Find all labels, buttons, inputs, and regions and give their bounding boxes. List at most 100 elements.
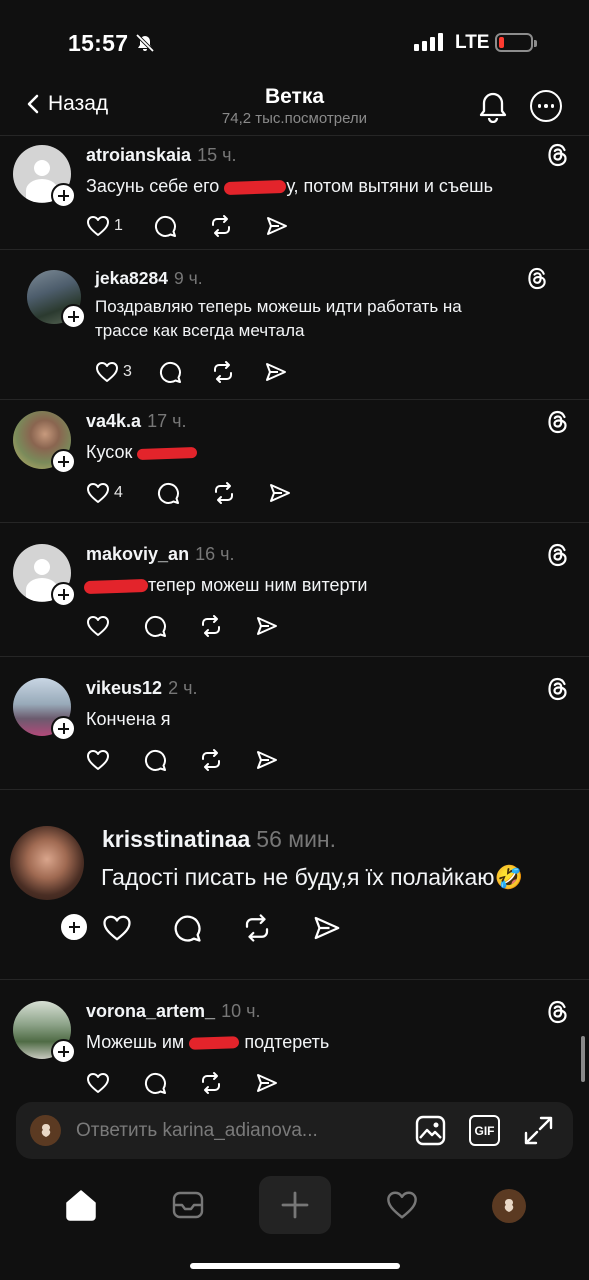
heart-icon — [87, 216, 109, 236]
network-type: LTE — [455, 32, 490, 53]
thread-header: Назад Ветка 74,2 тыс.посмотрели — [0, 80, 589, 136]
follow-plus-icon[interactable] — [51, 449, 76, 474]
send-icon — [265, 363, 286, 381]
follow-plus-icon[interactable] — [51, 1039, 76, 1064]
follow-plus-icon[interactable] — [59, 912, 89, 942]
post-text: Кончена я — [86, 709, 171, 729]
current-user-avatar — [30, 1115, 61, 1146]
comment-button[interactable] — [143, 748, 167, 772]
follow-plus-icon[interactable] — [51, 716, 76, 741]
like-button[interactable]: 1 — [86, 215, 123, 237]
share-button[interactable] — [255, 614, 279, 638]
post-time: 10 ч. — [221, 1001, 261, 1021]
avatar[interactable] — [13, 411, 76, 474]
comment-button[interactable] — [143, 1071, 167, 1095]
repost-button[interactable] — [212, 481, 236, 505]
repost-button[interactable] — [242, 913, 272, 943]
threads-logo-icon[interactable] — [527, 267, 548, 290]
redaction-mark — [83, 578, 149, 594]
username[interactable]: makoviy_an 16 ч. — [86, 544, 234, 565]
threads-logo-icon[interactable] — [547, 677, 569, 701]
more-options-button[interactable] — [530, 90, 562, 122]
inbox-icon[interactable] — [172, 1190, 204, 1220]
reply-input[interactable] — [76, 1118, 366, 1144]
avatar[interactable] — [13, 145, 76, 208]
threads-logo-icon[interactable] — [547, 543, 569, 567]
like-count: 1 — [114, 217, 123, 234]
like-count: 4 — [114, 484, 123, 501]
share-button[interactable] — [265, 214, 289, 238]
username[interactable]: va4k.a 17 ч. — [86, 411, 186, 432]
repost-button[interactable] — [211, 360, 235, 384]
create-button[interactable] — [259, 1176, 331, 1234]
post-actions: 3 — [95, 360, 288, 384]
username[interactable]: vikeus12 2 ч. — [86, 678, 197, 699]
heart-icon — [87, 750, 109, 770]
avatar[interactable] — [13, 678, 76, 741]
repost-button[interactable] — [209, 214, 233, 238]
bell-icon[interactable] — [478, 89, 508, 123]
repost-button[interactable] — [199, 614, 223, 638]
post-actions — [86, 748, 279, 772]
post-actions — [86, 614, 279, 638]
share-button[interactable] — [268, 481, 292, 505]
like-button[interactable] — [86, 749, 110, 771]
send-icon — [257, 617, 277, 635]
avatar[interactable] — [10, 826, 89, 942]
repost-icon — [211, 215, 230, 237]
scrollbar[interactable] — [581, 1036, 585, 1082]
home-icon[interactable] — [64, 1188, 98, 1222]
threads-logo-icon[interactable] — [547, 410, 569, 434]
avatar[interactable] — [13, 1001, 76, 1064]
comment-button[interactable] — [156, 481, 180, 505]
post-text: тепер можеш ним витерти — [83, 573, 367, 598]
repost-icon — [202, 749, 220, 771]
post-time: 2 ч. — [168, 678, 198, 698]
reply-post: vorona_artem_ 10 ч. Можешь им подтереть — [0, 980, 589, 1100]
username[interactable]: atroianskaia 15 ч. — [86, 145, 236, 166]
follow-plus-icon[interactable] — [51, 582, 76, 607]
comment-button[interactable] — [153, 214, 177, 238]
reply-post: krisstinatinaa 56 мин. Гадості писать не … — [0, 790, 589, 980]
comment-button[interactable] — [158, 360, 182, 384]
repost-icon — [213, 361, 232, 383]
repost-icon — [214, 482, 233, 504]
comment-button[interactable] — [143, 614, 167, 638]
like-button[interactable]: 3 — [95, 361, 132, 383]
share-button[interactable] — [255, 1071, 279, 1095]
repost-button[interactable] — [199, 748, 223, 772]
threads-logo-icon[interactable] — [547, 143, 569, 167]
share-button[interactable] — [255, 748, 279, 772]
like-button[interactable] — [102, 914, 132, 942]
username[interactable]: jeka8284 9 ч. — [95, 268, 203, 289]
follow-plus-icon[interactable] — [51, 183, 76, 208]
send-icon — [314, 916, 340, 940]
share-button[interactable] — [264, 360, 288, 384]
like-button[interactable]: 4 — [86, 482, 123, 504]
follow-plus-icon[interactable] — [61, 304, 86, 329]
send-icon — [257, 1074, 277, 1092]
gif-button[interactable]: GIF — [469, 1115, 500, 1146]
heart-icon — [87, 483, 109, 503]
status-time: 15:57 — [68, 30, 129, 56]
reply-post: vikeus12 2 ч. Кончена я — [0, 657, 589, 790]
expand-icon[interactable] — [523, 1115, 554, 1146]
activity-heart-icon[interactable] — [385, 1190, 419, 1220]
comment-button[interactable] — [172, 913, 202, 943]
repost-button[interactable] — [199, 1071, 223, 1095]
redaction-mark — [137, 446, 198, 460]
post-time: 9 ч. — [174, 268, 203, 288]
image-gallery-icon[interactable] — [415, 1115, 446, 1146]
avatar[interactable] — [27, 270, 86, 329]
emoji: 🤣 — [494, 864, 524, 890]
username[interactable]: krisstinatinaa 56 мин. — [102, 826, 336, 853]
username[interactable]: vorona_artem_ 10 ч. — [86, 1001, 260, 1022]
cellular-signal-icon — [414, 33, 443, 51]
avatar[interactable] — [13, 544, 76, 607]
share-button[interactable] — [312, 913, 342, 943]
post-time: 15 ч. — [197, 145, 237, 165]
profile-avatar[interactable] — [492, 1189, 526, 1223]
like-button[interactable] — [86, 1072, 110, 1094]
threads-logo-icon[interactable] — [547, 1000, 569, 1024]
like-button[interactable] — [86, 615, 110, 637]
